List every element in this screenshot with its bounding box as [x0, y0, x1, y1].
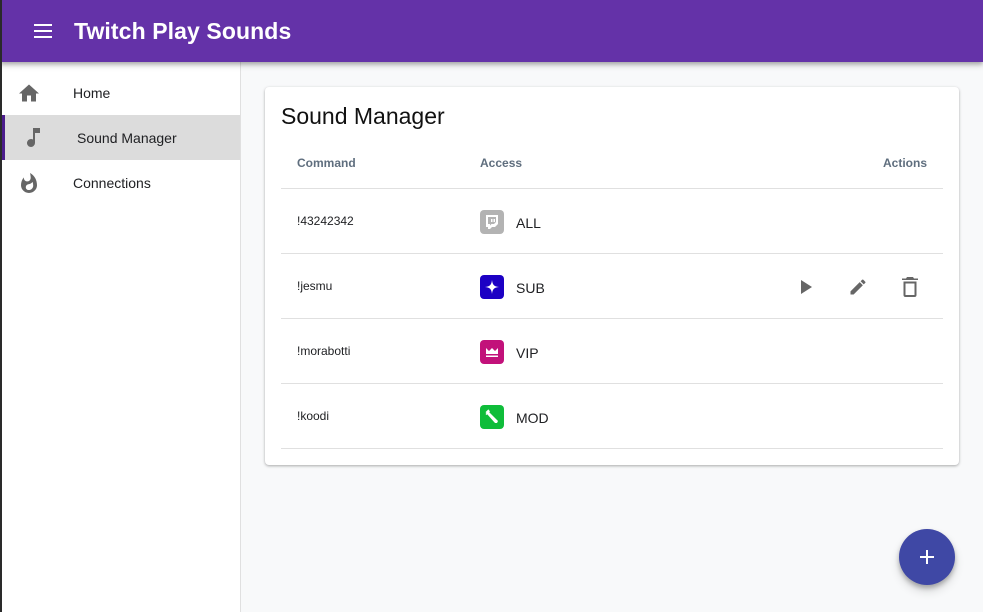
sidebar-item-label: Home — [73, 84, 111, 101]
column-header-actions: Actions — [882, 156, 927, 170]
app-title: Twitch Play Sounds — [74, 17, 292, 44]
star-icon — [480, 275, 504, 299]
table-row[interactable]: !43242342 ALL — [281, 189, 943, 254]
access-label: VIP — [516, 345, 539, 361]
table-row[interactable]: !jesmu SUB — [281, 254, 943, 319]
delete-button[interactable] — [897, 274, 923, 300]
sidebar-item-home[interactable]: Home — [0, 70, 240, 115]
command-cell: !koodi — [297, 409, 330, 423]
column-header-access: Access — [480, 156, 523, 170]
sidebar: Home Sound Manager Connections — [0, 62, 241, 612]
sidebar-item-sound-manager[interactable]: Sound Manager — [0, 115, 240, 160]
access-label: SUB — [516, 280, 545, 296]
sidebar-item-label: Connections — [73, 174, 151, 191]
twitch-icon — [480, 210, 504, 234]
sound-manager-card: Sound Manager Command Access Actions !43… — [265, 87, 959, 465]
command-cell: !morabotti — [297, 344, 351, 358]
window-edge — [0, 0, 2, 612]
add-sound-button[interactable] — [899, 529, 955, 585]
page-title: Sound Manager — [281, 103, 445, 129]
command-cell: !43242342 — [297, 214, 354, 228]
fire-icon — [18, 172, 40, 194]
play-icon — [801, 280, 812, 294]
row-actions — [793, 274, 923, 300]
access-label: ALL — [516, 215, 541, 231]
sidebar-item-connections[interactable]: Connections — [0, 160, 240, 205]
edit-button[interactable] — [845, 274, 871, 300]
sounds-table: Command Access Actions !43242342 ALL !je… — [281, 143, 943, 449]
music-note-icon — [22, 127, 44, 149]
access-label: MOD — [516, 410, 549, 426]
home-icon — [18, 82, 40, 104]
table-row[interactable]: !morabotti VIP — [281, 319, 943, 384]
play-button[interactable] — [793, 274, 819, 300]
table-row[interactable]: !koodi MOD — [281, 384, 943, 449]
app-bar: Twitch Play Sounds — [0, 0, 983, 62]
menu-button[interactable] — [32, 20, 54, 42]
menu-icon — [34, 24, 52, 38]
table-header: Command Access Actions — [281, 143, 943, 189]
sidebar-item-label: Sound Manager — [77, 129, 177, 146]
add-icon — [920, 550, 934, 564]
delete-icon — [902, 277, 918, 297]
edit-icon — [850, 279, 866, 295]
sword-icon — [480, 405, 504, 429]
command-cell: !jesmu — [297, 279, 333, 293]
crown-icon — [480, 340, 504, 364]
column-header-command: Command — [297, 156, 356, 170]
